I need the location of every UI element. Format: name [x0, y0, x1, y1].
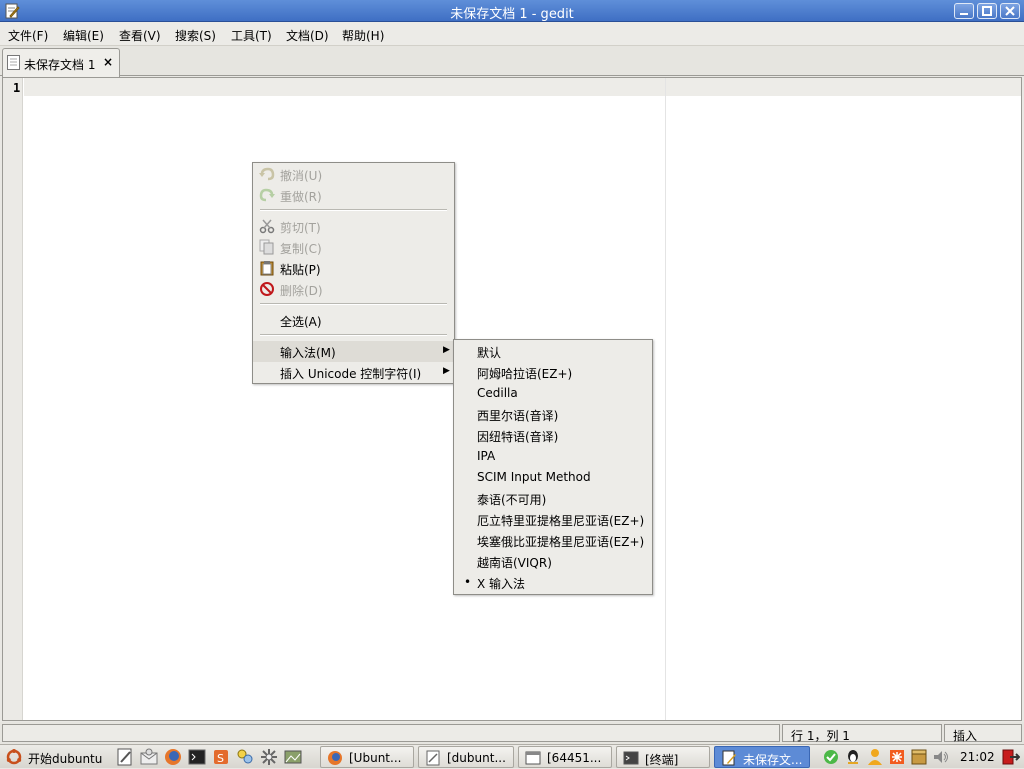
svg-text:S: S — [217, 752, 224, 765]
im-item-tigrigna-eritrean[interactable]: 厄立特里亚提格里尼亚语(EZ+) — [454, 509, 652, 530]
tab-unsaved-document-1[interactable]: 未保存文档 1 × — [2, 48, 120, 77]
context-menu: 撤消(U) 重做(R) 剪切(T) 复制(C) 粘贴(P) 删除(D) 全选(A… — [252, 162, 455, 384]
im-item-scim[interactable]: SCIM Input Method — [454, 467, 652, 488]
im-item-cedilla[interactable]: Cedilla — [454, 383, 652, 404]
task-64451-window[interactable]: [64451... — [518, 746, 612, 768]
minimize-button[interactable] — [954, 3, 974, 19]
line-number: 1 — [13, 81, 21, 95]
menu-file[interactable]: 文件(F) — [8, 27, 48, 44]
paste-icon — [259, 260, 275, 276]
menu-tools[interactable]: 工具(T) — [231, 27, 272, 44]
user-tray-icon[interactable] — [866, 748, 884, 766]
gedit-icon — [721, 750, 737, 769]
im-item-default[interactable]: 默认 — [454, 341, 652, 362]
text-editor-launcher-icon[interactable] — [116, 748, 134, 766]
clock[interactable]: 21:02 — [960, 750, 995, 764]
firefox-icon — [327, 750, 343, 769]
network-tray-icon[interactable] — [822, 748, 840, 766]
logout-tray-icon[interactable] — [1002, 748, 1021, 766]
im-item-ipa[interactable]: IPA — [454, 446, 652, 467]
current-line-highlight — [24, 78, 1021, 96]
maximize-icon — [982, 6, 992, 16]
start-menu-button[interactable]: 开始dubuntu — [4, 747, 112, 767]
menu-search[interactable]: 搜索(S) — [175, 27, 216, 44]
line-number-gutter: 1 — [3, 78, 23, 720]
cursor-position-field: 行 1，列 1 — [782, 724, 942, 743]
ubuntu-logo-icon — [6, 749, 22, 768]
status-message-field — [2, 724, 780, 742]
submenu-arrow-icon: ▶ — [443, 366, 450, 376]
im-item-inuktitut[interactable]: 因纽特语(音译) — [454, 425, 652, 446]
im-item-thai[interactable]: 泰语(不可用) — [454, 488, 652, 509]
undo-icon — [259, 166, 275, 182]
task-terminal[interactable]: [终端] — [616, 746, 710, 768]
qq-tray-icon[interactable] — [844, 748, 862, 766]
task-gedit-unsaved[interactable]: 未保存文... — [714, 746, 810, 768]
title-bar[interactable]: 未保存文档 1 - gedit — [0, 0, 1024, 22]
task-dubuntu-document[interactable]: [dubunt... — [418, 746, 514, 768]
maximize-button[interactable] — [977, 3, 997, 19]
package-tray-icon[interactable] — [910, 748, 928, 766]
menu-item-paste[interactable]: 粘贴(P) — [253, 258, 454, 279]
im-item-amharic[interactable]: 阿姆哈拉语(EZ+) — [454, 362, 652, 383]
close-window-button[interactable] — [1000, 3, 1020, 19]
menu-documents[interactable]: 文档(D) — [286, 27, 329, 44]
menu-view[interactable]: 查看(V) — [119, 27, 161, 44]
menu-item-select-all[interactable]: 全选(A) — [253, 310, 454, 331]
task-ubuntu-firefox[interactable]: [Ubunt... — [320, 746, 414, 768]
ubuntu-one-launcher-icon[interactable]: S — [212, 748, 230, 766]
copy-icon — [259, 239, 275, 255]
terminal-launcher-icon[interactable] — [188, 748, 206, 766]
menu-separator — [260, 303, 447, 305]
insert-mode-field: 插入 — [944, 724, 1022, 743]
im-item-vietnamese[interactable]: 越南语(VIQR) — [454, 551, 652, 572]
chat-launcher-icon[interactable] — [236, 748, 254, 766]
menu-item-input-methods[interactable]: 输入法(M) ▶ — [253, 341, 454, 362]
selected-radio-bullet: • — [464, 575, 472, 589]
redo-icon — [259, 187, 275, 203]
settings-launcher-icon[interactable] — [260, 748, 278, 766]
tab-bar: 未保存文档 1 × — [0, 46, 1024, 77]
menu-edit[interactable]: 编辑(E) — [63, 27, 104, 44]
right-margin-line — [665, 78, 666, 720]
menu-separator — [260, 334, 447, 336]
image-viewer-launcher-icon[interactable] — [284, 748, 302, 766]
document-icon — [425, 750, 441, 769]
menu-item-cut[interactable]: 剪切(T) — [253, 216, 454, 237]
tab-close-icon[interactable]: × — [103, 55, 113, 69]
delete-icon — [259, 281, 275, 297]
close-icon — [1005, 6, 1015, 16]
menu-help[interactable]: 帮助(H) — [342, 27, 384, 44]
menu-item-redo[interactable]: 重做(R) — [253, 185, 454, 206]
cut-icon — [259, 218, 275, 234]
menu-item-undo[interactable]: 撤消(U) — [253, 164, 454, 185]
terminal-icon — [623, 750, 639, 769]
menu-item-insert-unicode[interactable]: 插入 Unicode 控制字符(I) ▶ — [253, 362, 454, 383]
update-tray-icon[interactable] — [888, 748, 906, 766]
menu-item-copy[interactable]: 复制(C) — [253, 237, 454, 258]
submenu-arrow-icon: ▶ — [443, 345, 450, 355]
taskbar: 开始dubuntu S [Ubunt... [dubunt... [64451.… — [0, 744, 1024, 768]
im-item-x-input-method[interactable]: • X 输入法 — [454, 572, 652, 593]
window-icon — [525, 750, 541, 769]
tab-label: 未保存文档 1 — [24, 58, 96, 72]
input-method-submenu: 默认 阿姆哈拉语(EZ+) Cedilla 西里尔语(音译) 因纽特语(音译) … — [453, 339, 653, 595]
firefox-launcher-icon[interactable] — [164, 748, 182, 766]
im-item-cyrillic[interactable]: 西里尔语(音译) — [454, 404, 652, 425]
menu-separator — [260, 209, 447, 211]
volume-tray-icon[interactable] — [932, 748, 950, 766]
menu-item-delete[interactable]: 删除(D) — [253, 279, 454, 300]
mail-launcher-icon[interactable] — [140, 748, 158, 766]
document-icon — [7, 55, 20, 73]
window-title: 未保存文档 1 - gedit — [450, 7, 574, 22]
menu-bar: 文件(F) 编辑(E) 查看(V) 搜索(S) 工具(T) 文档(D) 帮助(H… — [0, 22, 1024, 46]
minimize-icon — [960, 13, 968, 15]
im-item-tigrigna-ethiopian[interactable]: 埃塞俄比亚提格里尼亚语(EZ+) — [454, 530, 652, 551]
status-bar: 行 1，列 1 插入 — [0, 722, 1024, 744]
